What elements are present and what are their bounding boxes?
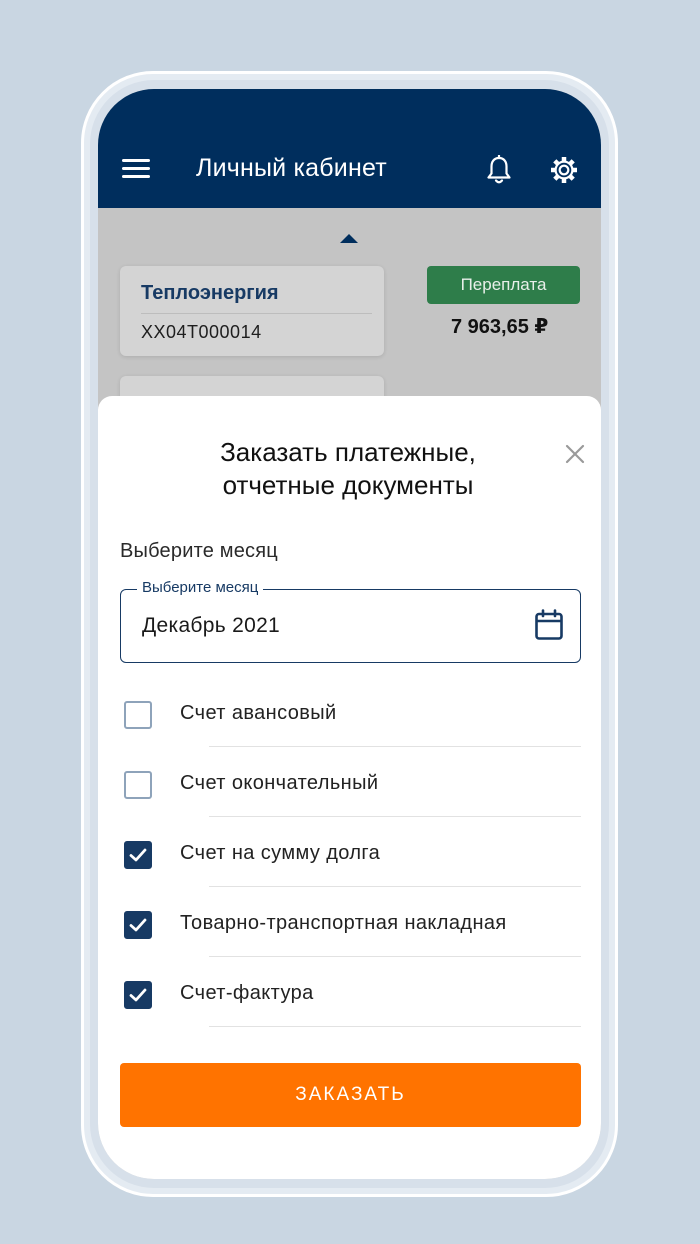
checkbox-unchecked[interactable] [124,771,152,799]
check-icon [129,848,147,862]
month-field-value: Декабрь 2021 [142,614,281,637]
document-option-label: Счет на сумму долга [180,842,381,864]
gear-icon[interactable] [549,155,579,185]
menu-icon[interactable] [122,159,150,181]
divider [209,956,581,957]
account-card[interactable]: Теплоэнергия XX04T000014 [120,266,384,356]
divider [209,816,581,817]
page-title: Личный кабинет [196,154,387,182]
status-badge: Переплата [427,266,580,304]
calendar-icon[interactable] [534,609,564,641]
divider [209,1026,581,1027]
collapse-arrow-icon[interactable] [340,234,358,243]
check-icon [129,918,147,932]
accounts-area: Теплоэнергия XX04T000014 Переплата 7 963… [98,208,601,436]
divider [209,746,581,747]
document-option[interactable]: Счет на сумму долга [120,829,581,899]
order-documents-dialog: Заказать платежные, отчетные документы В… [98,396,601,1179]
document-option-label: Счет авансовый [180,702,337,724]
checkbox-checked[interactable] [124,981,152,1009]
checkbox-unchecked[interactable] [124,701,152,729]
document-option-label: Счет-фактура [180,982,314,1004]
dialog-title: Заказать платежные, отчетные документы [138,436,558,502]
check-icon [129,988,147,1002]
document-option[interactable]: Счет авансовый [120,689,581,759]
dialog-title-line-1: Заказать платежные, [220,437,476,467]
app-header: Личный кабинет [98,89,601,208]
document-option[interactable]: Счет окончательный [120,759,581,829]
divider [209,886,581,887]
close-icon[interactable] [564,443,586,465]
bell-icon[interactable] [486,155,512,185]
document-option[interactable]: Товарно-транспортная накладная [120,899,581,969]
month-section-label: Выберите месяц [120,540,278,562]
app-screen: Личный кабинет Теплоэнергия XX04T000014 [98,89,601,1179]
divider [141,313,372,314]
checkbox-checked[interactable] [124,911,152,939]
document-option-label: Счет окончательный [180,772,379,794]
document-option-label: Товарно-транспортная накладная [180,912,507,934]
month-field-label: Выберите месяц [137,579,264,596]
dialog-title-line-2: отчетные документы [222,470,474,500]
checkbox-checked[interactable] [124,841,152,869]
account-number: XX04T000014 [141,322,262,342]
month-select-field[interactable]: Выберите месяц Декабрь 2021 [120,579,581,663]
account-balance: 7 963,65 ₽ [451,316,549,338]
order-button[interactable]: ЗАКАЗАТЬ [120,1063,581,1127]
document-option[interactable]: Счет-фактура [120,969,581,1039]
account-name: Теплоэнергия [141,282,279,304]
